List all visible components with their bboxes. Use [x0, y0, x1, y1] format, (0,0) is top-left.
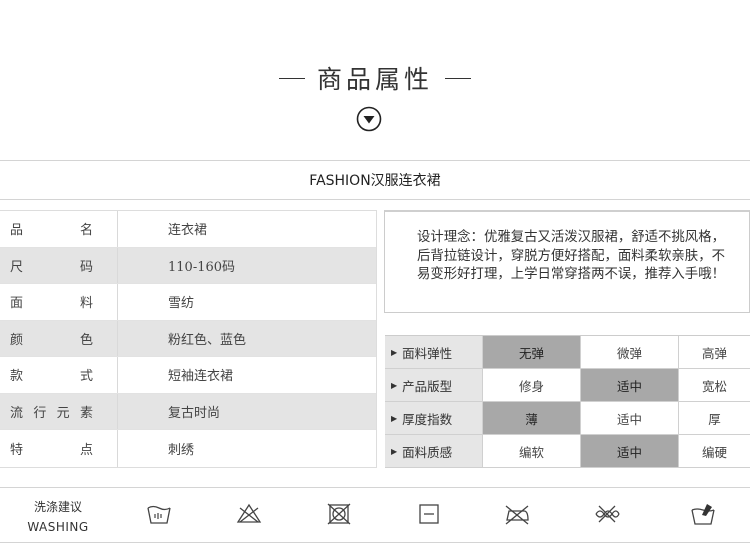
spec-value: 复古时尚 — [168, 405, 221, 421]
attribute-option: 编软 — [483, 435, 581, 467]
spec-key-char: 元 — [56, 405, 70, 421]
attribute-label-text: 面料弹性 — [402, 345, 453, 361]
attribute-option: 适中 — [581, 435, 679, 467]
spec-row: 品名连衣裙 — [0, 211, 376, 248]
triangle-right-icon: ▶ — [391, 413, 398, 423]
spec-key-chars: 特点 — [10, 439, 93, 458]
attribute-label-text: 厚度指数 — [402, 411, 453, 427]
spec-key-chars: 面料 — [10, 292, 93, 311]
spec-value: 雪纺 — [168, 296, 195, 312]
washing-label-cn: 洗涤建议 — [33, 500, 82, 514]
spec-key-chars: 流行元素 — [10, 402, 93, 421]
spec-key-char: 颜 — [10, 332, 24, 348]
attribute-option: 无弹 — [483, 336, 581, 368]
attribute-option: 编硬 — [701, 444, 727, 460]
spec-row: 款式短袖连衣裙 — [0, 357, 376, 394]
spec-key: 面料 — [0, 284, 118, 320]
triangle-right-icon: ▶ — [391, 347, 398, 357]
section-header: 商品属性 — [0, 56, 750, 100]
hand-wash-basin-icon — [690, 502, 716, 526]
spec-key: 款式 — [0, 357, 118, 393]
attribute-row: ▶ 厚度指数 薄适中 厚 — [385, 402, 750, 435]
spec-row: 面料雪纺 — [0, 284, 376, 321]
spec-key-char: 式 — [79, 369, 93, 385]
spec-key-char: 品 — [10, 223, 24, 239]
attribute-label: ▶ 厚度指数 — [385, 402, 483, 434]
spec-key-char: 面 — [10, 296, 24, 312]
product-name-heading: FASHION汉服连衣裙 — [309, 173, 441, 189]
spec-key-char: 料 — [79, 296, 93, 312]
spec-key-chars: 尺码 — [10, 256, 93, 275]
page-title: 商品属性 — [316, 65, 433, 94]
attribute-label: ▶ 面料弹性 — [385, 336, 483, 368]
attribute-label-text: 产品版型 — [402, 378, 453, 394]
spec-key-char: 流 — [10, 405, 24, 421]
attribute-option: 微弹 — [581, 336, 679, 368]
attribute-option: 薄 — [483, 402, 581, 434]
spec-key-char: 特 — [10, 442, 24, 458]
do-not-wring-icon — [594, 502, 620, 526]
divider — [0, 199, 750, 200]
spec-row: 特点刺绣 — [0, 430, 376, 467]
attribute-grid: ▶ 面料弹性 无弹 微弹 高弹 ▶ 产品版型 修身 适中 宽松 ▶ 厚度指数薄适中厚 ▶ 面料质感 编软 适中… — [385, 335, 750, 468]
do-not-bleach-icon — [236, 502, 262, 526]
spec-value: 短袖连衣裙 — [168, 369, 234, 385]
spec-key: 尺码 — [0, 247, 118, 283]
spec-key-char: 款 — [10, 369, 24, 385]
spec-key-char: 色 — [79, 332, 93, 348]
divider — [0, 542, 750, 543]
spec-key-char: 点 — [79, 442, 93, 458]
spec-key-char: 行 — [33, 405, 47, 421]
attribute-option: 修身 — [483, 369, 581, 401]
do-not-iron-icon — [504, 502, 530, 526]
divider — [0, 487, 750, 488]
attribute-option: 厚 — [708, 411, 721, 427]
attribute-label: ▶ 面料质感 — [385, 435, 483, 467]
spec-value: 110-160码 — [168, 259, 236, 275]
spec-key: 特点 — [0, 430, 118, 467]
hand-wash-icon — [146, 502, 172, 526]
spec-key: 品名 — [0, 211, 118, 247]
divider — [0, 160, 750, 161]
spec-table: 品名连衣裙尺码 110-160码面料雪纺颜色粉红色、蓝色款式短袖连衣裙流行元素复古… — [0, 210, 377, 468]
attribute-label-text: 面料质感 — [402, 444, 453, 460]
spec-key-chars: 品名 — [10, 219, 93, 238]
triangle-right-icon: ▶ — [391, 380, 398, 390]
spec-row: 流行元素 复古时尚 — [0, 393, 376, 430]
spec-value: 粉红色、蓝色 — [168, 332, 247, 348]
attribute-option: 适中 — [581, 402, 679, 434]
attribute-option: 适中 — [581, 369, 679, 401]
spec-value: 连衣裙 — [168, 223, 208, 239]
title-right-dash — [445, 77, 471, 79]
washing-label-en: WASHING — [27, 520, 89, 534]
spec-key-char: 尺 — [10, 259, 24, 275]
spec-row: 尺码 110-160码 — [0, 247, 376, 284]
attribute-option: 宽松 — [701, 378, 727, 394]
washing-label: 洗涤建议 WASHING — [20, 497, 96, 537]
title-left-dash — [278, 77, 305, 79]
attribute-row: ▶ 产品版型 修身 适中 宽松 — [385, 369, 750, 402]
triangle-right-icon: ▶ — [391, 446, 398, 456]
do-not-tumble-dry-icon — [326, 502, 352, 526]
attribute-label: ▶ 产品版型 — [385, 369, 483, 401]
attribute-row: ▶ 面料弹性 无弹 微弹 高弹 — [385, 336, 750, 369]
attribute-option: 高弹 — [701, 345, 727, 361]
spec-key-char: 名 — [79, 223, 93, 239]
spec-value: 刺绣 — [168, 442, 195, 458]
design-description-box: 设计理念：优雅复古又活泼汉服裙，舒适不挑风格，后背拉链设计，穿脱方便好搭配，面料… — [384, 210, 750, 313]
dry-flat-icon — [416, 502, 442, 526]
spec-key-chars: 款式 — [10, 365, 93, 384]
spec-row: 颜色粉红色、蓝色 — [0, 320, 376, 357]
design-description: 设计理念：优雅复古又活泼汉服裙，舒适不挑风格，后背拉链设计，穿脱方便好搭配，面料… — [417, 230, 725, 282]
attribute-row: ▶ 面料质感 编软 适中 编硬 — [385, 435, 750, 468]
spec-key: 颜色 — [0, 320, 118, 356]
spec-key: 流行元素 — [0, 393, 118, 429]
chevron-down-circle-icon — [356, 106, 382, 132]
spec-key-chars: 颜色 — [10, 329, 93, 348]
spec-key-char: 素 — [79, 405, 93, 421]
spec-key-char: 码 — [79, 259, 93, 275]
